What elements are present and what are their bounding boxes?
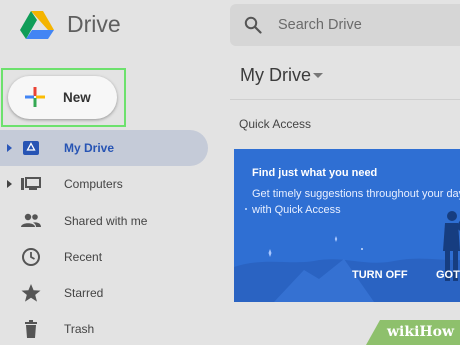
sidebar-item-trash[interactable]: Trash <box>0 311 210 345</box>
page-title: My Drive <box>240 65 311 85</box>
watermark-logo: wikiHow <box>387 324 455 340</box>
sidebar-item-label: Recent <box>64 249 103 264</box>
new-button[interactable]: New <box>8 76 117 119</box>
header-divider <box>230 99 460 100</box>
new-button-label: New <box>63 90 91 105</box>
got-it-button[interactable]: GOT <box>436 269 460 281</box>
sidebar-item-recent[interactable]: Recent <box>0 239 210 275</box>
computers-icon <box>21 177 41 191</box>
caret-down-icon[interactable] <box>313 73 323 78</box>
sidebar-item-label: Computers <box>64 177 123 192</box>
star-icon <box>21 284 41 302</box>
sidebar-item-my-drive[interactable]: My Drive <box>0 130 208 167</box>
quick-access-banner: Find just what you need Get timely sugge… <box>234 149 460 302</box>
banner-heading: Find just what you need <box>252 167 378 179</box>
sidebar-item-label: Shared with me <box>64 213 148 228</box>
turn-off-button[interactable]: TURN OFF <box>352 269 408 281</box>
sidebar-item-label: Starred <box>64 286 104 301</box>
drive-icon <box>23 141 39 155</box>
search-bar[interactable] <box>230 4 460 46</box>
quick-access-label: Quick Access <box>239 117 312 131</box>
search-icon[interactable] <box>244 16 262 34</box>
sidebar-item-starred[interactable]: Starred <box>0 275 210 311</box>
sidebar-item-label: My Drive <box>64 141 115 155</box>
breadcrumb[interactable]: My Drive <box>240 65 323 86</box>
drive-logo <box>20 11 54 39</box>
sidebar-item-label: Trash <box>64 322 95 337</box>
expand-arrow-icon[interactable] <box>7 180 12 189</box>
banner-body: Get timely suggestions throughout your d… <box>252 188 460 216</box>
clock-icon <box>22 247 40 266</box>
sidebar-item-shared-with-me[interactable]: Shared with me <box>0 203 210 239</box>
app-name: Drive <box>67 11 121 37</box>
search-input[interactable] <box>278 15 458 35</box>
expand-arrow-icon[interactable] <box>7 144 12 152</box>
sidebar-nav: My Drive Computers Shared with me Recent… <box>0 130 210 345</box>
sidebar-item-computers[interactable]: Computers <box>0 166 210 202</box>
plus-icon <box>25 87 45 107</box>
trash-icon <box>25 320 37 339</box>
people-icon <box>21 213 41 227</box>
